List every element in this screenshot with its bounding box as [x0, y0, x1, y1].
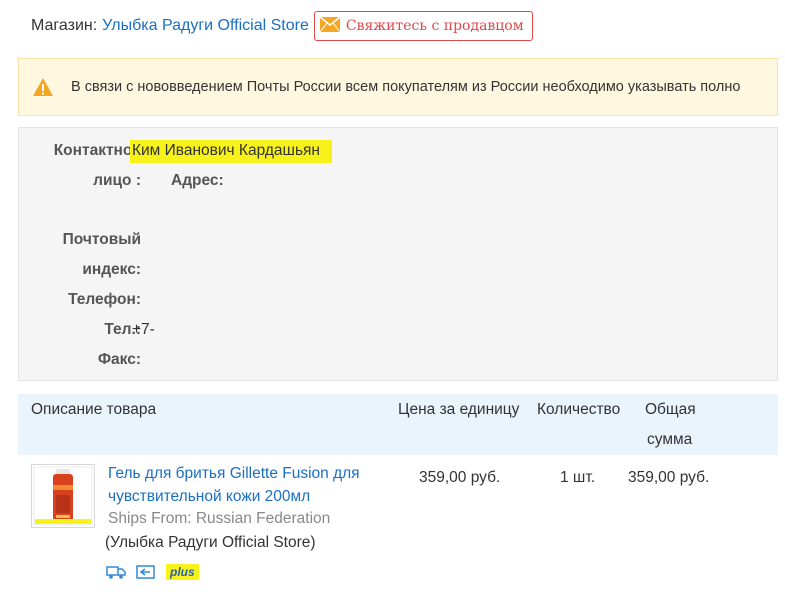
col-unit-price: Цена за единицу	[398, 401, 520, 418]
table-row: Гель для бритья Gillette Fusion для чувс…	[18, 455, 778, 599]
warning-icon	[33, 78, 53, 96]
notice-text: В связи с нововведением Почты России все…	[71, 79, 741, 95]
col-description: Описание товара	[31, 401, 157, 418]
col-total-line1: Общая	[645, 401, 696, 418]
order-table-header: Описание товара Цена за единицу Количест…	[18, 394, 778, 455]
phone-label: Телефон:	[68, 291, 141, 308]
product-thumbnail[interactable]	[31, 464, 95, 528]
plus-badge[interactable]: plus	[166, 564, 199, 580]
address-label: Адрес:	[171, 172, 224, 189]
shipping-address-panel: Контактное лицо : Ким Иванович Кардашьян…	[18, 127, 778, 381]
tel-value: +7-	[132, 321, 155, 338]
contact-person-label-line2: лицо :	[93, 172, 141, 189]
delivery-truck-icon[interactable]	[106, 564, 126, 580]
quantity: 1 шт.	[560, 469, 596, 486]
return-icon[interactable]	[136, 564, 156, 580]
store-label: Магазин:	[31, 17, 98, 34]
russian-post-notice: В связи с нововведением Почты России все…	[18, 58, 778, 116]
ships-from: Ships From: Russian Federation	[108, 510, 331, 527]
envelope-icon	[319, 16, 340, 32]
store-line: Магазин: Улыбка Радуги Official Store Св…	[31, 10, 533, 42]
shaving-gel-can-icon	[32, 465, 94, 527]
contact-person-value: Ким Иванович Кардашьян	[130, 140, 332, 163]
product-title-link[interactable]: Гель для бритья Gillette Fusion для чувс…	[108, 462, 398, 508]
service-badges: plus	[106, 564, 199, 580]
item-store-name: (Улыбка Радуги Official Store)	[105, 534, 316, 551]
unit-price: 359,00 руб.	[419, 469, 501, 486]
contact-seller-label: Свяжитесь с продавцом	[345, 18, 524, 34]
fax-label: Факс:	[97, 351, 141, 368]
contact-person-label-line1: Контактное	[53, 142, 141, 159]
store-link[interactable]: Улыбка Радуги Official Store	[102, 17, 309, 35]
contact-seller-button[interactable]: Свяжитесь с продавцом	[313, 11, 533, 41]
postal-code-label-line1: Почтовый	[62, 231, 141, 248]
postal-code-label-line2: индекс:	[82, 261, 141, 278]
col-total-line2: сумма	[647, 431, 693, 448]
col-quantity: Количество	[537, 401, 621, 418]
total-price: 359,00 руб.	[628, 469, 710, 486]
